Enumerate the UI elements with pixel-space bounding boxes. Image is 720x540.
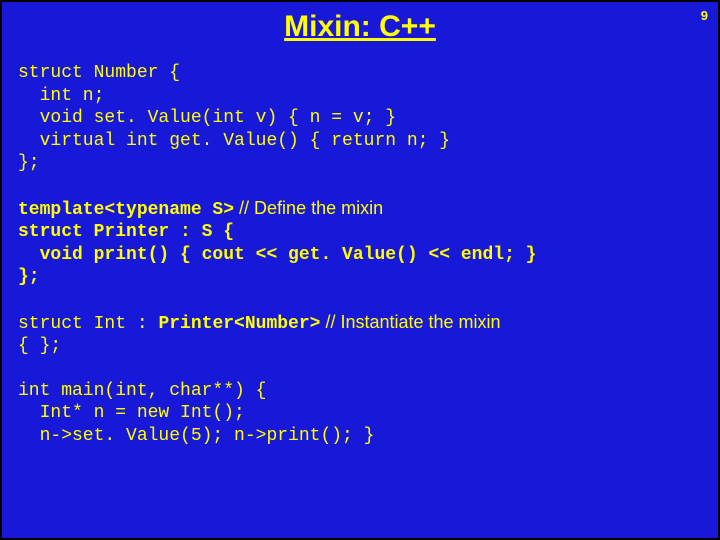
- code-line: void print() { cout << get. Value() << e…: [18, 245, 536, 265]
- slide-title: Mixin: C++: [18, 10, 702, 44]
- code-line: void set. Value(int v) { n = v; }: [18, 108, 396, 128]
- slide: 9 Mixin: C++ struct Number { int n; void…: [2, 2, 718, 538]
- code-line: struct Printer : S {: [18, 222, 234, 242]
- code-line: int main(int, char**) {: [18, 381, 266, 401]
- code-block-printer-template: template<typename S> // Define the mixin…: [18, 197, 702, 289]
- code-line: virtual int get. Value() { return n; }: [18, 131, 450, 151]
- code-line: template<typename S>: [18, 200, 234, 220]
- code-block-main: int main(int, char**) { Int* n = new Int…: [18, 380, 702, 448]
- code-line: Int* n = new Int();: [18, 403, 245, 423]
- code-bold: Printer<Number>: [158, 314, 320, 334]
- code-line: struct Int :: [18, 314, 158, 334]
- code-line: };: [18, 153, 40, 173]
- code-line: struct Number {: [18, 63, 180, 83]
- code-line: };: [18, 267, 40, 287]
- code-comment: // Instantiate the mixin: [320, 312, 500, 332]
- code-line: int n;: [18, 86, 104, 106]
- code-comment: // Define the mixin: [234, 198, 383, 218]
- page-number: 9: [701, 8, 708, 23]
- code-block-number-struct: struct Number { int n; void set. Value(i…: [18, 62, 702, 175]
- code-line: n->set. Value(5); n->print(); }: [18, 426, 374, 446]
- code-block-int-struct: struct Int : Printer<Number> // Instanti…: [18, 311, 702, 358]
- code-line: { };: [18, 336, 61, 356]
